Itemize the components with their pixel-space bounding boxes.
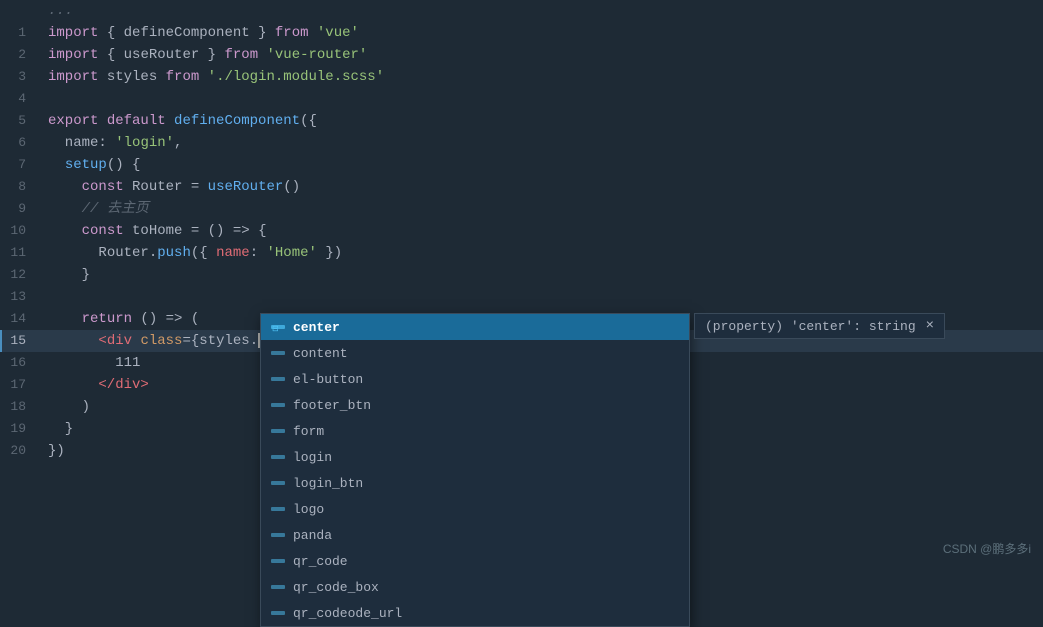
line-ellipsis: ... <box>0 0 1043 22</box>
autocomplete-label-login: login <box>293 450 332 465</box>
line-content-8: const Router = useRouter() <box>42 176 1043 198</box>
line-number-20: 20 <box>0 440 42 462</box>
line-number-18: 18 <box>0 396 42 418</box>
line-content-5: export default defineComponent({ <box>42 110 1043 132</box>
line-number-9: 9 <box>0 198 42 220</box>
autocomplete-item-login[interactable]: login <box>261 444 689 470</box>
line-number-6: 6 <box>0 132 42 154</box>
autocomplete-label-form: form <box>293 424 324 439</box>
property-icon-logo <box>269 500 287 518</box>
line-12: 12 } <box>0 264 1043 286</box>
line-13: 13 <box>0 286 1043 308</box>
property-icon: ⊟ <box>269 318 287 336</box>
autocomplete-item-login-btn[interactable]: login_btn <box>261 470 689 496</box>
line-4: 4 <box>0 88 1043 110</box>
property-icon-qr-codeode-url <box>269 604 287 622</box>
autocomplete-label-logo: logo <box>293 502 324 517</box>
line-number-14: 14 <box>0 308 42 330</box>
line-content-1: import { defineComponent } from 'vue' <box>42 22 1043 44</box>
autocomplete-label-login-btn: login_btn <box>293 476 363 491</box>
autocomplete-item-content[interactable]: content <box>261 340 689 366</box>
property-icon-content <box>269 344 287 362</box>
line-9: 9 // 去主页 <box>0 198 1043 220</box>
line-number-1: 1 <box>0 22 42 44</box>
autocomplete-item-center[interactable]: ⊟ center <box>261 314 689 340</box>
line-10: 10 const toHome = () => { <box>0 220 1043 242</box>
property-icon-login <box>269 448 287 466</box>
type-hint-popup: (property) 'center': string × <box>694 313 945 339</box>
line-1: 1 import { defineComponent } from 'vue' <box>0 22 1043 44</box>
property-icon-el-button <box>269 370 287 388</box>
autocomplete-label-qr-codeode-url: qr_codeode_url <box>293 606 402 621</box>
property-icon-qr-code <box>269 552 287 570</box>
line-number-11: 11 <box>0 242 42 264</box>
autocomplete-label-panda: panda <box>293 528 332 543</box>
property-icon-qr-code-box <box>269 578 287 596</box>
autocomplete-item-logo[interactable]: logo <box>261 496 689 522</box>
line-content-3: import styles from './login.module.scss' <box>42 66 1043 88</box>
autocomplete-label-el-button: el-button <box>293 372 363 387</box>
property-icon-login-btn <box>269 474 287 492</box>
line-content-12: } <box>42 264 1043 286</box>
line-number-16: 16 <box>0 352 42 374</box>
line-number-12: 12 <box>0 264 42 286</box>
line-7: 7 setup() { <box>0 154 1043 176</box>
line-number-19: 19 <box>0 418 42 440</box>
line-11: 11 Router.push({ name: 'Home' }) <box>0 242 1043 264</box>
line-content-11: Router.push({ name: 'Home' }) <box>42 242 1043 264</box>
line-number-5: 5 <box>0 110 42 132</box>
line-content-2: import { useRouter } from 'vue-router' <box>42 44 1043 66</box>
autocomplete-item-qr-codeode-url[interactable]: qr_codeode_url <box>261 600 689 626</box>
line-number-8: 8 <box>0 176 42 198</box>
line-number-15: 15 <box>0 330 42 352</box>
line-number-17: 17 <box>0 374 42 396</box>
line-3: 3 import styles from './login.module.scs… <box>0 66 1043 88</box>
line-number-3: 3 <box>0 66 42 88</box>
autocomplete-item-form[interactable]: form <box>261 418 689 444</box>
property-icon-panda <box>269 526 287 544</box>
autocomplete-item-footer-btn[interactable]: footer_btn <box>261 392 689 418</box>
type-hint-close-button[interactable]: × <box>926 318 934 334</box>
autocomplete-label-footer-btn: footer_btn <box>293 398 371 413</box>
autocomplete-label-qr-code-box: qr_code_box <box>293 580 379 595</box>
line-content-7: setup() { <box>42 154 1043 176</box>
autocomplete-dropdown[interactable]: ⊟ center content el-button <box>260 313 690 627</box>
line-content-9: // 去主页 <box>42 198 1043 220</box>
line-content: ... <box>42 0 1043 22</box>
line-content-6: name: 'login', <box>42 132 1043 154</box>
line-number-10: 10 <box>0 220 42 242</box>
autocomplete-label-center: center <box>293 320 340 335</box>
type-hint-text: (property) 'center': string <box>705 319 916 334</box>
autocomplete-item-panda[interactable]: panda <box>261 522 689 548</box>
line-8: 8 const Router = useRouter() <box>0 176 1043 198</box>
code-editor: ... 1 import { defineComponent } from 'v… <box>0 0 1043 565</box>
line-number-13: 13 <box>0 286 42 308</box>
line-number-7: 7 <box>0 154 42 176</box>
line-6: 6 name: 'login', <box>0 132 1043 154</box>
watermark: CSDN @鹏多多i <box>943 540 1031 557</box>
autocomplete-item-qr-code-box[interactable]: qr_code_box <box>261 574 689 600</box>
autocomplete-item-el-button[interactable]: el-button <box>261 366 689 392</box>
line-number-2: 2 <box>0 44 42 66</box>
autocomplete-item-qr-code[interactable]: qr_code <box>261 548 689 574</box>
autocomplete-label-qr-code: qr_code <box>293 554 348 569</box>
property-icon-form <box>269 422 287 440</box>
line-5: 5 export default defineComponent({ <box>0 110 1043 132</box>
autocomplete-label-content: content <box>293 346 348 361</box>
line-number-4: 4 <box>0 88 42 110</box>
line-2: 2 import { useRouter } from 'vue-router' <box>0 44 1043 66</box>
property-icon-footer-btn <box>269 396 287 414</box>
line-content-10: const toHome = () => { <box>42 220 1043 242</box>
svg-text:⊟: ⊟ <box>272 325 279 334</box>
